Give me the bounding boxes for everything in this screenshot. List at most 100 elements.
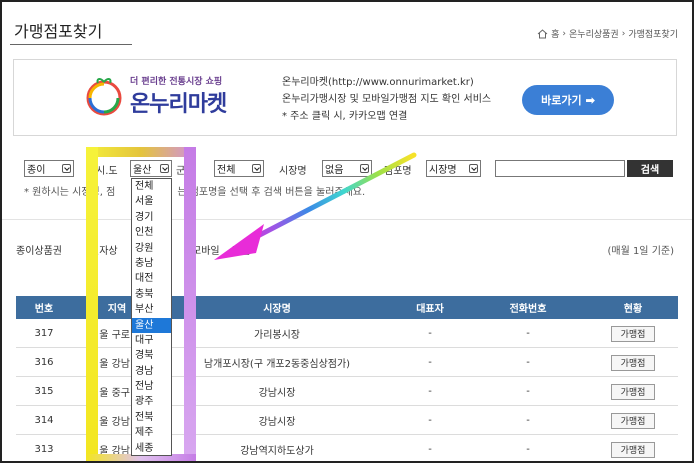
chevron-down-icon bbox=[469, 164, 478, 173]
header-tel: 전화번호 bbox=[509, 304, 547, 315]
header-no: 번호 bbox=[34, 304, 54, 315]
highlight-frame-right bbox=[184, 147, 196, 461]
go-button-label: 바로가기 bbox=[541, 95, 582, 107]
row-status: 가맹점 bbox=[588, 377, 678, 406]
row-rep: - bbox=[428, 444, 432, 455]
row-no: 314 bbox=[34, 415, 54, 426]
header-status: 현황 bbox=[623, 304, 643, 315]
store-select[interactable]: 시장명 bbox=[426, 160, 481, 177]
tab-mobile-coupon[interactable]: 모바일 bbox=[192, 242, 220, 257]
highlight-frame-top bbox=[86, 147, 196, 157]
tab-paper-coupon[interactable]: 종이상품권 bbox=[16, 242, 62, 257]
row-market[interactable]: 강남시장 bbox=[162, 377, 392, 406]
page-title: 가맹점포찾기 bbox=[14, 22, 103, 41]
title-underline bbox=[10, 44, 132, 45]
table-row: 317 서울 구로 가리봉시장 - - 가맹점 bbox=[16, 319, 678, 348]
onnuri-logo-ball bbox=[86, 78, 122, 116]
row-rep: - bbox=[428, 415, 432, 426]
tab-mobile-store[interactable]: 맹점 bbox=[232, 242, 250, 257]
row-rep: - bbox=[428, 357, 432, 368]
dropdown-option[interactable]: 경북 bbox=[132, 348, 171, 363]
table-row: 314 서울 강남 강남시장 - - 가맹점 bbox=[16, 406, 678, 435]
sido-label: 시.도 bbox=[96, 166, 118, 177]
store-list-button[interactable]: 가맹점 bbox=[611, 441, 655, 458]
date-note: (매월 1일 기준) bbox=[607, 246, 674, 257]
dropdown-option[interactable]: 서울 bbox=[132, 194, 171, 209]
table-row: 316 서울 강남 남개포시장(구 개포2동중심상점가) - - 가맹점 bbox=[16, 348, 678, 377]
row-status: 가맹점 bbox=[588, 319, 678, 348]
breadcrumb: 홈 › 온누리상품권 › 가맹점포찾기 bbox=[537, 27, 678, 40]
search-button[interactable]: 검색 bbox=[627, 160, 673, 177]
dropdown-option[interactable]: 전남 bbox=[132, 379, 171, 394]
row-market[interactable]: 남개포시장(구 개포2동중심상점가) bbox=[162, 348, 392, 377]
chevron-down-icon bbox=[252, 164, 261, 173]
gungu-select[interactable]: 전체 bbox=[214, 160, 264, 177]
row-market[interactable]: 가리봉시장 bbox=[162, 319, 392, 348]
breadcrumb-onnuri[interactable]: 온누리상품권 bbox=[569, 27, 619, 40]
row-rep: - bbox=[428, 328, 432, 339]
logo-brand-name: 온누리마켓 bbox=[130, 92, 227, 117]
go-button[interactable]: 바로가기 ➡ bbox=[522, 85, 614, 115]
chevron-down-icon bbox=[62, 164, 71, 173]
breadcrumb-home[interactable]: 홈 bbox=[551, 27, 559, 40]
search-input[interactable] bbox=[495, 160, 625, 177]
row-tel: - bbox=[526, 415, 530, 426]
dropdown-option[interactable]: 대구 bbox=[132, 333, 171, 348]
dropdown-option[interactable]: 제주 bbox=[132, 425, 171, 440]
home-icon[interactable] bbox=[537, 28, 548, 39]
market-select[interactable]: 없음 bbox=[322, 160, 372, 177]
section-divider bbox=[2, 219, 692, 220]
dropdown-option[interactable]: 경기 bbox=[132, 210, 171, 225]
coupon-type-select[interactable]: 종이 bbox=[24, 160, 74, 177]
dropdown-option[interactable]: 세종 bbox=[132, 441, 171, 456]
row-status: 가맹점 bbox=[588, 348, 678, 377]
dropdown-option[interactable]: 충북 bbox=[132, 287, 171, 302]
row-market[interactable]: 강남시장 bbox=[162, 406, 392, 435]
page-frame: 가맹점포찾기 홈 › 온누리상품권 › 가맹점포찾기 더 편리한 전통시장 쇼핑… bbox=[0, 0, 694, 463]
row-status: 가맹점 bbox=[588, 435, 678, 461]
chevron-right-icon: › bbox=[562, 28, 567, 39]
sido-dropdown-list[interactable]: 전체 서울 경기 인천 강원 충남 대전 충북 부산 울산 대구 경북 경남 전남 광주 전북 제주 세종 bbox=[131, 178, 172, 456]
banner-line-url: 온누리마켓(http://www.onnurimarket.kr) bbox=[282, 77, 474, 88]
breadcrumb-current: 가맹점포찾기 bbox=[628, 30, 678, 40]
row-status: 가맹점 bbox=[588, 406, 678, 435]
row-tel: - bbox=[526, 386, 530, 397]
dropdown-option[interactable]: 부산 bbox=[132, 302, 171, 317]
store-label: 점포명 bbox=[384, 166, 412, 177]
row-tel: - bbox=[526, 357, 530, 368]
dropdown-option[interactable]: 경남 bbox=[132, 364, 171, 379]
dropdown-option[interactable]: 전북 bbox=[132, 410, 171, 425]
table-row: 315 서울 중구 강남시장 - - 가맹점 bbox=[16, 377, 678, 406]
dropdown-option[interactable]: 광주 bbox=[132, 394, 171, 409]
header-market: 시장명 bbox=[263, 304, 291, 315]
dropdown-option[interactable]: 울산 bbox=[132, 317, 171, 333]
store-list-button[interactable]: 가맹점 bbox=[611, 412, 655, 429]
table-header: 번호 지역 시장명 대표자 전화번호 현황 bbox=[16, 296, 678, 319]
arrow-right-icon: ➡ bbox=[585, 94, 595, 107]
market-label: 시장명 bbox=[279, 166, 307, 177]
banner-info: 온누리마켓(http://www.onnurimarket.kr) 온누리가맹시… bbox=[282, 74, 491, 125]
onnuri-market-banner[interactable]: 더 편리한 전통시장 쇼핑 온누리마켓 온누리마켓(http://www.onn… bbox=[13, 59, 677, 136]
banner-line-service: 온누리가맹시장 및 모바일가맹점 지도 확인 서비스 bbox=[282, 94, 492, 105]
store-list-button[interactable]: 가맹점 bbox=[611, 325, 655, 342]
dropdown-option[interactable]: 전체 bbox=[132, 179, 171, 194]
search-filter-row: 종이 시.도 울산 군구 전체 시장명 없음 점포명 시장명 검색 bbox=[24, 160, 674, 178]
banner-line-note: * 주소 클릭 시, 카카오맵 연결 bbox=[282, 111, 408, 122]
row-rep: - bbox=[428, 386, 432, 397]
chevron-down-icon bbox=[360, 164, 369, 173]
dropdown-option[interactable]: 충남 bbox=[132, 256, 171, 271]
row-no: 313 bbox=[34, 444, 54, 455]
row-no: 315 bbox=[34, 386, 54, 397]
chevron-down-icon bbox=[160, 164, 169, 173]
sido-select[interactable]: 울산 bbox=[130, 160, 172, 177]
highlight-frame-left bbox=[86, 147, 98, 461]
store-list-button[interactable]: 가맹점 bbox=[611, 383, 655, 400]
dropdown-option[interactable]: 대전 bbox=[132, 271, 171, 286]
store-list-button[interactable]: 가맹점 bbox=[611, 354, 655, 371]
row-market[interactable]: 강남역지하도상가 bbox=[162, 435, 392, 461]
table-body: 317 서울 구로 가리봉시장 - - 가맹점 316 서울 강남 남개포시장(구 개포2동중심… bbox=[16, 319, 678, 461]
dropdown-option[interactable]: 강원 bbox=[132, 241, 171, 256]
dropdown-option[interactable]: 인천 bbox=[132, 225, 171, 240]
header-rep: 대표자 bbox=[416, 304, 444, 315]
row-tel: - bbox=[526, 444, 530, 455]
